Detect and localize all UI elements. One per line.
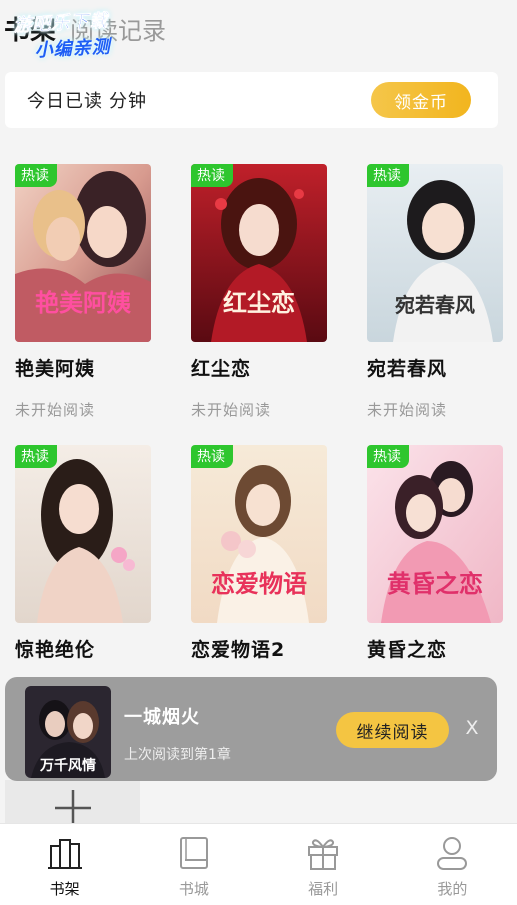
profile-icon [437,837,468,870]
nav-label-bookshelf: 书架 [49,880,80,898]
book-card[interactable]: 热读 黄昏之恋 黄昏之恋 [367,445,503,662]
continue-reading-cover[interactable]: 万千风情 [25,686,111,778]
today-reading-card: 今日已读 分钟 领金币 [5,72,498,128]
book-title[interactable]: 恋爱物语2 [191,635,327,662]
plus-icon [54,790,91,826]
book-title[interactable]: 黄昏之恋 [367,635,503,662]
book-title[interactable]: 惊艳绝伦 [15,635,151,662]
continue-book-title: 一城烟火 [124,707,200,728]
book-cover[interactable]: 热读 艳美阿姨 [15,164,151,342]
cover-title-text: 艳美阿姨 [35,288,131,317]
hot-badge: 热读 [367,164,409,187]
hot-badge: 热读 [15,445,57,468]
nav-label-profile: 我的 [437,880,468,898]
book-title[interactable]: 宛若春风 [367,354,503,381]
header-tabs: 书架 阅读记录 [4,8,166,48]
book-card[interactable]: 热读 恋爱物语 恋爱物语2 [191,445,327,662]
cover-title-text: 恋爱物语 [211,569,307,598]
continue-reading-button[interactable]: 继续阅读 [336,712,449,748]
hot-badge: 热读 [367,445,409,468]
gift-icon [308,839,339,870]
book-cover[interactable]: 热读 [15,445,151,623]
claim-coins-button[interactable]: 领金币 [371,82,471,118]
book-cover[interactable]: 热读 恋爱物语 [191,445,327,623]
book-title[interactable]: 红尘恋 [191,354,327,381]
book-title[interactable]: 艳美阿姨 [15,354,151,381]
hot-badge: 热读 [191,445,233,468]
book-cover[interactable]: 热读 红尘恋 [191,164,327,342]
nav-item-profile[interactable]: 我的 [388,824,517,905]
cover-art [15,445,151,623]
tab-bookshelf[interactable]: 书架 [4,10,56,47]
nav-label-bookstore: 书城 [178,880,209,898]
bottom-nav: 书架 书城 福利 我的 [0,823,517,905]
nav-item-benefits[interactable]: 福利 [259,824,388,905]
add-book-tile[interactable] [5,780,140,826]
nav-item-bookstore[interactable]: 书城 [129,824,258,905]
book-cover[interactable]: 热读 黄昏之恋 [367,445,503,623]
nav-label-benefits: 福利 [308,880,339,898]
continue-cover-title: 万千风情 [39,757,96,774]
cover-title-text: 红尘恋 [223,288,295,317]
book-card[interactable]: 热读 艳美阿姨 艳美阿姨 未开始阅读 [15,164,151,420]
close-icon[interactable]: X [460,713,484,743]
cover-title-text: 宛若春风 [395,293,475,317]
reading-status: 未开始阅读 [15,401,96,419]
hot-badge: 热读 [15,164,57,187]
book-card[interactable]: 热读 惊艳绝伦 [15,445,151,662]
last-read-chapter: 上次阅读到第1章 [124,747,231,763]
today-reading-label: 今日已读 [27,91,103,112]
book-cover[interactable]: 热读 宛若春风 [367,164,503,342]
cover-title-text: 黄昏之恋 [387,569,483,598]
bookshelf-icon [47,839,82,869]
tab-reading-history[interactable]: 阅读记录 [70,11,166,46]
reading-status: 未开始阅读 [367,401,448,419]
book-icon [179,837,208,869]
nav-item-bookshelf[interactable]: 书架 [0,824,129,905]
today-reading-unit: 分钟 [109,91,147,112]
cover-art: 万千风情 [25,686,111,778]
book-card[interactable]: 热读 红尘恋 红尘恋 未开始阅读 [191,164,327,420]
today-reading-text: 今日已读 分钟 [27,87,147,113]
reading-status: 未开始阅读 [191,401,272,419]
continue-reading-bar[interactable]: 万千风情 一城烟火 上次阅读到第1章 继续阅读 X [5,677,497,781]
hot-badge: 热读 [191,164,233,187]
book-card[interactable]: 热读 宛若春风 宛若春风 未开始阅读 [367,164,503,420]
